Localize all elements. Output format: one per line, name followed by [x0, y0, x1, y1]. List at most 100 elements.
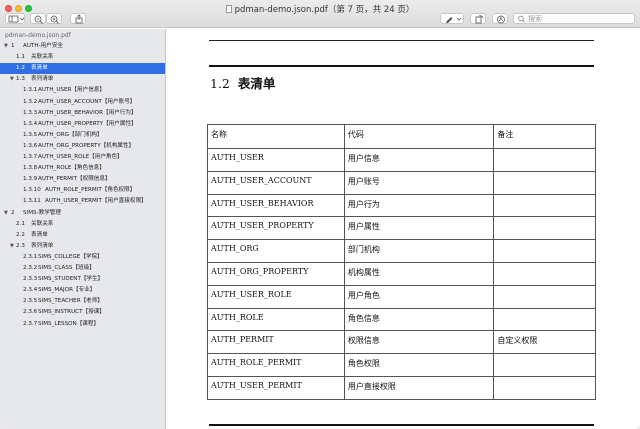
outline-item-label: AUTH_PERMIT【权限信息】 [38, 176, 111, 183]
outline-item-label: SIMS_MAJOR【专业】 [38, 287, 96, 294]
table-cell [493, 284, 596, 309]
table-header-row: 名称 代码 备注 [207, 124, 596, 149]
outline-item[interactable]: 1.1 关联关系 [0, 52, 165, 63]
outline-item[interactable]: 1.3.8 AUTH_ROLE【角色信息】 [0, 163, 165, 174]
outline-item[interactable]: 2.3.6 SIMS_INSTRUCT【授课】 [0, 307, 165, 318]
outline-item[interactable]: 2.1 关联关系 [0, 219, 165, 230]
outline-item[interactable]: 1.3.4 AUTH_USER_PROPERTY【用户属性】 [0, 119, 165, 130]
table-cell: 角色权限 [343, 353, 495, 377]
search-icon [518, 15, 525, 23]
sidebar-icon [8, 15, 25, 23]
table-cell: AUTH_ROLE [207, 307, 345, 332]
outline-item-label: SIMS_INSTRUCT【授课】 [38, 309, 105, 316]
pen-icon [446, 17, 462, 24]
outline-item-number: 1.3.4 [23, 120, 38, 127]
table-row: AUTH_USER_PERMIT 用户直接权限 [207, 375, 596, 400]
outline-item-number: 2.3.3 [23, 276, 38, 283]
table-cell [493, 193, 596, 218]
outline-item-label: SIMS_TEACHER【老师】 [38, 298, 103, 305]
table-cell [493, 307, 596, 332]
annotate-button[interactable] [440, 13, 464, 24]
pdf-file-icon [225, 5, 232, 13]
outline-item-number: 1 [11, 43, 15, 49]
outline-item-number: 1.2 [16, 65, 25, 72]
outline-item[interactable]: 1.3.6 AUTH_ORG_PROPERTY【机构属性】 [0, 141, 165, 152]
outline-item[interactable]: 2.3.1 SIMS_COLLEGE【学院】 [0, 252, 165, 263]
zoom-in-button[interactable] [46, 13, 62, 24]
search-field[interactable]: 搜索 [513, 13, 635, 24]
outline-item[interactable]: 1.3.9 AUTH_PERMIT【权限信息】 [0, 174, 165, 185]
page-header-rule [209, 40, 594, 41]
outline-item-number: 1.3.8 [23, 165, 38, 172]
outline-item-number: 1.3.2 [23, 98, 38, 105]
outline-item-label: AUTH_ROLE_PERMIT【角色权限】 [45, 187, 136, 194]
table-cell: 机构属性 [343, 261, 495, 286]
table-cell: AUTH_ORG_PROPERTY [207, 261, 345, 286]
table-cell [493, 375, 596, 400]
outline-item-label: 表列清单 [31, 242, 54, 249]
outline-item[interactable]: 1.3.5 AUTH_ORG【部门机构】 [0, 130, 165, 141]
table-cell: 用户账号 [343, 170, 495, 195]
outline-item[interactable]: 1.2 表清单 [0, 63, 165, 75]
section-rule [209, 65, 594, 67]
outline-item-number: 1.3.1 [23, 87, 38, 94]
outline-item[interactable]: 1.3.3 AUTH_USER_BEHAVIOR【用户行为】 [0, 108, 165, 119]
outline-item[interactable]: 1.3.7 AUTH_USER_ROLE【用户角色】 [0, 152, 165, 163]
share-button[interactable] [70, 13, 86, 24]
outline-item[interactable]: ▼ 1.3 表列清单 [0, 74, 165, 85]
outline-item-label: AUTH_USER_PROPERTY【用户属性】 [38, 120, 137, 127]
table-header-cell: 备注 [493, 124, 596, 149]
outline-item-label: 表清单 [31, 231, 48, 238]
disclosure-triangle-icon[interactable]: ▼ [4, 208, 8, 219]
outline-item-number: 2.3.5 [23, 298, 38, 305]
outline-item-label: SIMS_COLLEGE【学院】 [38, 253, 103, 260]
rotate-icon [475, 15, 484, 24]
table-cell [493, 239, 596, 263]
outline-item-number: 1.3.9 [23, 176, 38, 183]
outline-item[interactable]: ▼ 2.3 表列清单 [0, 241, 165, 252]
table-cell: AUTH_USER_BEHAVIOR [207, 193, 345, 218]
outline-item-number: 2.3 [16, 242, 25, 249]
table-list: 名称 代码 备注 AUTH_USER 用户信息 AUTH_USER_ACCOUNT 用户账号… [207, 124, 596, 400]
outline-item[interactable]: ▼ 2 SIMS-教学管理 [0, 208, 165, 219]
outline-item-label: 关联关系 [31, 220, 54, 227]
outline-item[interactable]: 2.3.3 SIMS_STUDENT【学生】 [0, 274, 165, 285]
table-row: AUTH_ROLE 角色信息 [207, 307, 596, 332]
search-placeholder: 搜索 [528, 15, 542, 23]
outline-item-number: 1.3.6 [23, 142, 38, 149]
disclosure-triangle-icon[interactable]: ▼ [10, 74, 14, 85]
outline-item-label: SIMS_LESSON【课程】 [38, 320, 100, 327]
rotate-button[interactable] [470, 13, 486, 24]
outline-item-label: AUTH_USER_BEHAVIOR【用户行为】 [38, 109, 137, 116]
outline-item-label: AUTH_ORG【部门机构】 [38, 131, 103, 138]
outline-item-label: AUTH_USER_PERMIT【用户直接权限】 [45, 198, 147, 205]
outline-item[interactable]: 1.3.1 AUTH_USER【用户信息】 [0, 85, 165, 96]
outline-item[interactable]: 2.3.5 SIMS_TEACHER【老师】 [0, 296, 165, 307]
outline-item[interactable]: 1.3.11 AUTH_USER_PERMIT【用户直接权限】 [0, 196, 165, 207]
pdf-viewer-window: pdman-demo.json.pdf（第 7 页，共 24 页） 搜索 pdm… [0, 0, 640, 429]
table-row: AUTH_ORG 部门机构 [207, 239, 596, 263]
table-cell: 角色信息 [343, 307, 495, 332]
outline-item[interactable]: 2.3.4 SIMS_MAJOR【专业】 [0, 285, 165, 296]
outline-item[interactable]: 1.3.10 AUTH_ROLE_PERMIT【角色权限】 [0, 185, 165, 196]
outline-item[interactable]: 2.2 表清单 [0, 230, 165, 241]
window-title-text: pdman-demo.json.pdf（第 7 页，共 24 页） [234, 5, 415, 15]
table-cell: 用户信息 [343, 148, 495, 172]
table-row: AUTH_USER_ROLE 用户角色 [207, 284, 596, 309]
sidebar-toggle-button[interactable] [5, 13, 25, 24]
outline-item-label: SIMS_CLASS【班级】 [38, 265, 95, 271]
zoom-out-button[interactable] [30, 13, 46, 24]
outline-item[interactable]: 1.3.2 AUTH_USER_ACCOUNT【用户账号】 [0, 97, 165, 108]
table-cell [493, 216, 596, 241]
table-cell [493, 170, 596, 195]
markup-button[interactable] [492, 13, 508, 24]
outline-item[interactable]: ▼ 1 AUTH-用户安全 [0, 41, 165, 52]
document-page: 1.2 表清单 名称 代码 备注 AUTH_USER 用户信息 AUTH_USER_ACCO… [167, 29, 640, 429]
table-row: AUTH_USER_ACCOUNT 用户账号 [207, 170, 596, 195]
disclosure-triangle-icon[interactable]: ▼ [4, 41, 8, 52]
outline-item[interactable]: 2.3.7 SIMS_LESSON【课程】 [0, 319, 165, 330]
outline-item-number: 1.3.7 [23, 154, 38, 160]
outline-item[interactable]: 2.3.2 SIMS_CLASS【班级】 [0, 263, 165, 274]
disclosure-triangle-icon[interactable]: ▼ [10, 241, 14, 252]
table-cell: AUTH_PERMIT [207, 330, 345, 355]
